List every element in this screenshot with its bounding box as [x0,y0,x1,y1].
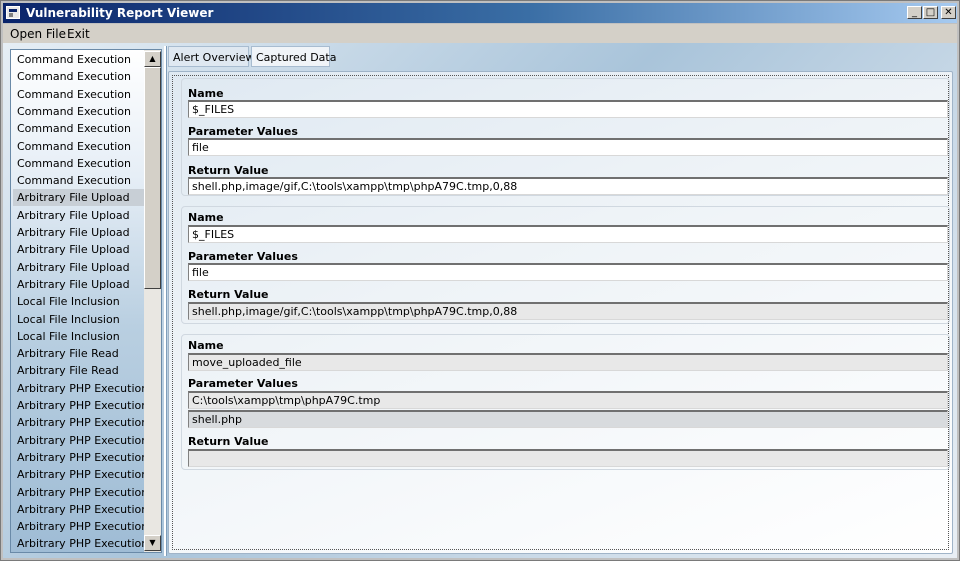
return-value-label: Return Value [188,164,269,177]
list-item[interactable]: Command Execution [13,120,147,137]
captured-data-content: Name $_FILES Parameter Values file Retur… [172,75,950,550]
panel-splitter[interactable] [164,46,167,556]
maximize-button[interactable]: □ [923,6,938,19]
title-bar[interactable]: Vulnerability Report Viewer _ □ ✕ [3,3,957,23]
parameter-value-field[interactable]: file [188,263,948,281]
list-item[interactable]: Command Execution [13,103,147,120]
return-value-field[interactable] [188,449,948,467]
name-label: Name [188,339,224,352]
menu-exit[interactable]: Exit [67,27,90,41]
tab-alert-overview[interactable]: Alert Overview [168,46,254,67]
menu-open-file[interactable]: Open File [10,27,66,41]
list-item[interactable]: Arbitrary File Upload [13,207,147,224]
captured-entry: Name $_FILES Parameter Values file Retur… [181,78,950,196]
return-value-label: Return Value [188,435,269,448]
list-item[interactable]: Command Execution [13,172,147,189]
return-value-field[interactable]: shell.php,image/gif,C:\tools\xampp\tmp\p… [188,302,948,320]
list-item[interactable]: Local File Inclusion [13,328,147,345]
list-item[interactable]: Arbitrary File Read [13,345,147,362]
list-item[interactable]: Arbitrary File Upload [13,224,147,241]
scroll-up-button[interactable]: ▲ [144,51,161,67]
minimize-button[interactable]: _ [907,6,922,19]
list-item[interactable]: Arbitrary File Read [13,362,147,379]
list-item[interactable]: Arbitrary PHP Execution [13,535,148,552]
window-title: Vulnerability Report Viewer [26,6,214,20]
name-field[interactable]: $_FILES [188,100,948,118]
list-item[interactable]: Arbitrary PHP Execution [13,466,148,483]
parameter-value-field[interactable]: C:\tools\xampp\tmp\phpA79C.tmp [188,391,948,409]
list-item[interactable]: Arbitrary PHP Execution [13,518,148,535]
parameter-values-label: Parameter Values [188,125,298,138]
list-item[interactable]: Command Execution [13,138,147,155]
list-item[interactable]: Command Execution [13,155,147,172]
parameter-values-label: Parameter Values [188,250,298,263]
alert-list-scrollbar[interactable]: ▲ ▼ [144,50,161,552]
list-item[interactable]: Arbitrary PHP Execution [13,380,148,397]
parameter-value-field[interactable]: file [188,138,948,156]
return-value-label: Return Value [188,288,269,301]
scroll-thumb[interactable] [144,67,161,289]
captured-entry: Name move_uploaded_file Parameter Values… [181,334,950,470]
menu-bar: Open File Exit [3,24,957,43]
scroll-down-button[interactable]: ▼ [144,535,161,551]
list-item[interactable]: Local File Inclusion [13,311,147,328]
parameter-value-field[interactable]: shell.php [188,410,948,428]
list-item[interactable]: Command Execution [13,51,147,68]
captured-entry: Name $_FILES Parameter Values file Retur… [181,206,950,324]
list-item[interactable]: Arbitrary File Upload [13,189,147,206]
alert-list[interactable]: Command Execution Command Execution Comman… [10,49,162,553]
name-field[interactable]: move_uploaded_file [188,353,948,371]
name-field[interactable]: $_FILES [188,225,948,243]
list-item[interactable]: Arbitrary PHP Execution [13,501,148,518]
tab-captured-data[interactable]: Captured Data [251,46,336,67]
list-item[interactable]: Command Execution [13,86,147,103]
list-item[interactable]: Arbitrary PHP Execution [13,414,148,431]
app-icon [6,6,20,19]
list-item[interactable]: Arbitrary File Upload [13,276,147,293]
captured-data-panel: Name $_FILES Parameter Values file Retur… [168,71,953,554]
list-item[interactable]: Arbitrary File Upload [13,259,147,276]
list-item[interactable]: Arbitrary PHP Execution [13,397,148,414]
list-item[interactable]: Arbitrary File Upload [13,241,147,258]
list-item[interactable]: Arbitrary PHP Execution [13,484,148,501]
list-item[interactable]: Arbitrary PHP Execution [13,449,148,466]
name-label: Name [188,87,224,100]
main-window: Vulnerability Report Viewer _ □ ✕ Open F… [0,0,960,561]
return-value-field[interactable]: shell.php,image/gif,C:\tools\xampp\tmp\p… [188,177,948,195]
name-label: Name [188,211,224,224]
client-area: Command Execution Command Execution Comman… [3,43,957,558]
parameter-values-label: Parameter Values [188,377,298,390]
list-item[interactable]: Local File Inclusion [13,293,147,310]
list-item[interactable]: Command Execution [13,68,147,85]
close-button[interactable]: ✕ [941,6,956,19]
list-item[interactable]: Arbitrary PHP Execution [13,432,148,449]
